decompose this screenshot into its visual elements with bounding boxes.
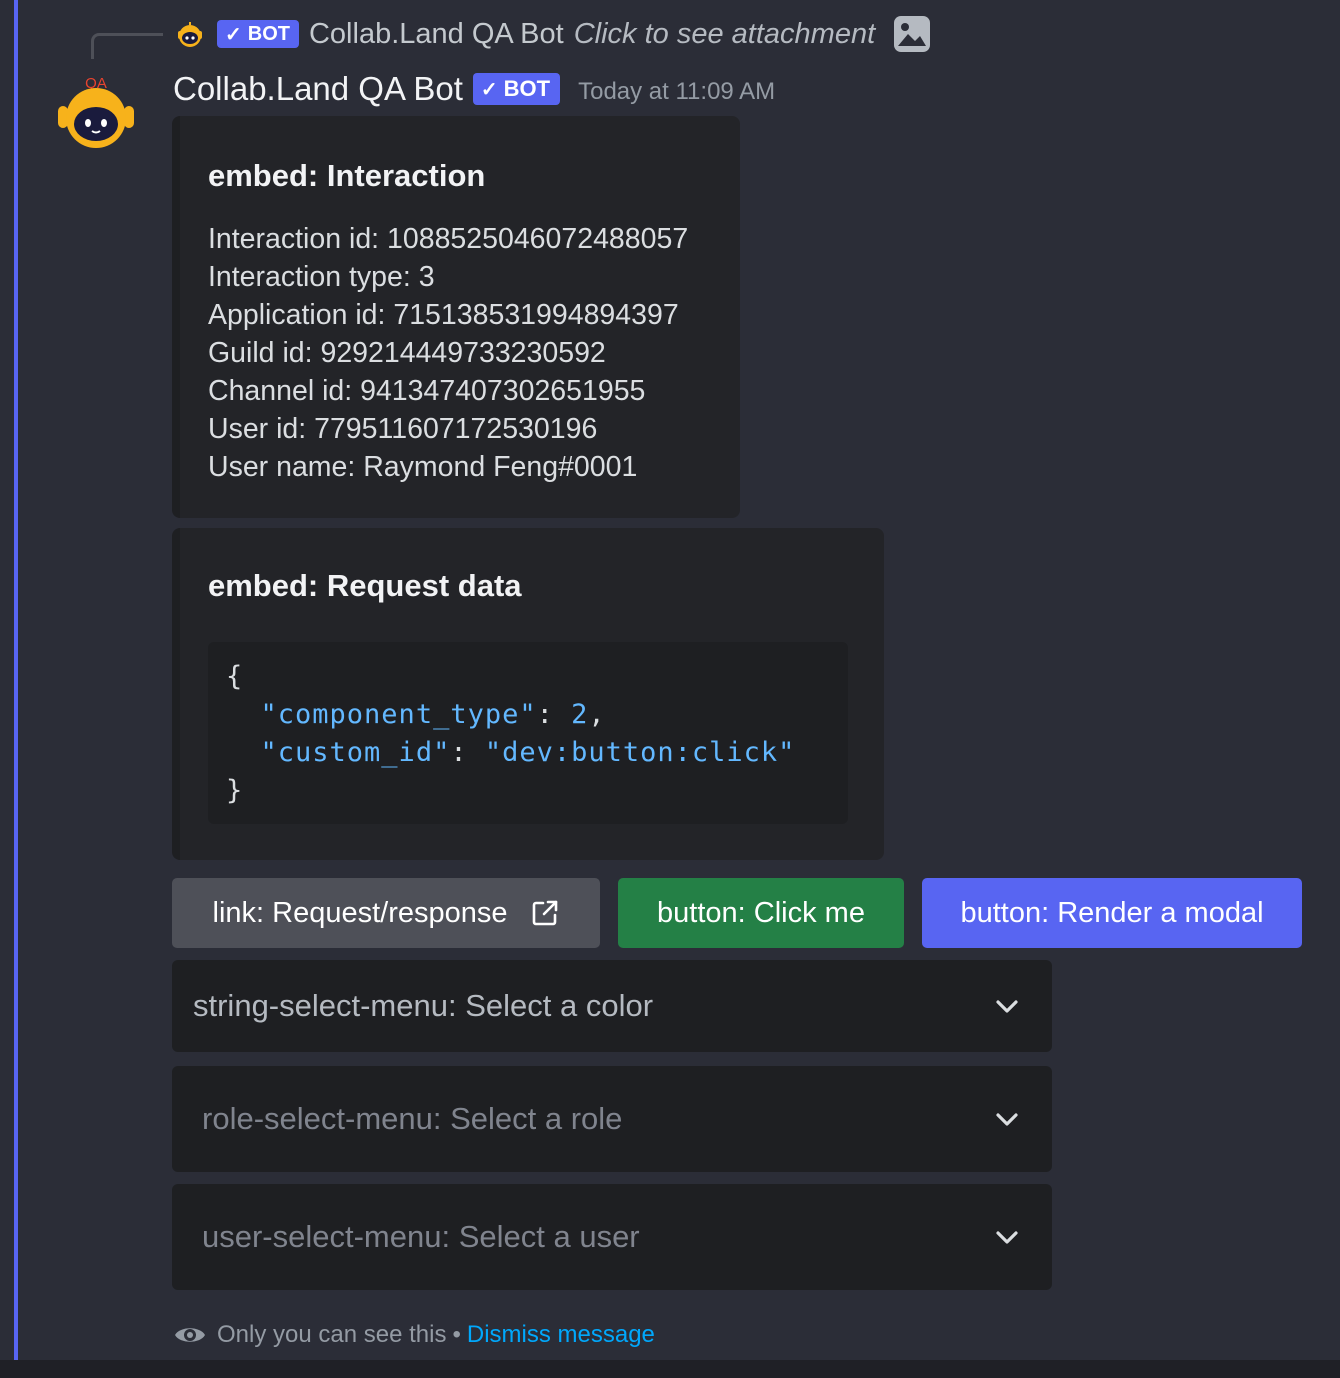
code-content: { "component_type": 2, "custom_id": "dev… — [226, 658, 795, 810]
only-you-text: Only you can see this — [217, 1321, 447, 1348]
render-modal-label: button: Render a modal — [960, 896, 1264, 929]
bot-badge: ✓ BOT — [217, 20, 299, 48]
embed-line-guild-id: Guild id: 929214449733230592 — [208, 337, 606, 369]
code-line-2: "custom_id": "dev:button:click" — [226, 734, 795, 772]
verified-check-icon: ✓ — [225, 23, 242, 46]
code-line-1: "component_type": 2, — [226, 696, 795, 734]
reply-content[interactable]: Click to see attachment — [574, 18, 875, 51]
embed-line-interaction-type: Interaction type: 3 — [208, 261, 435, 293]
code-value: 2 — [571, 699, 589, 730]
click-me-button[interactable]: button: Click me — [618, 878, 904, 948]
embed-description: Interaction id: 1088525046072488057 Inte… — [208, 220, 688, 486]
code-value: "dev:button:click" — [484, 737, 796, 768]
eye-icon — [175, 1328, 205, 1342]
render-modal-button[interactable]: button: Render a modal — [922, 878, 1302, 948]
embed-title: embed: Interaction — [208, 158, 486, 193]
image-icon — [894, 16, 931, 52]
request-response-link-button[interactable]: link: Request/response — [172, 878, 600, 948]
reply-author[interactable]: Collab.Land QA Bot — [309, 18, 564, 51]
external-link-icon — [532, 900, 557, 926]
message-header: Collab.Land QA Bot ✓ BOT Today at 11:09 … — [173, 66, 775, 112]
select-placeholder: string-select-menu: Select a color — [193, 988, 654, 1023]
string-select-menu[interactable]: string-select-menu: Select a color — [172, 960, 1052, 1052]
user-select-menu[interactable]: user-select-menu: Select a user — [172, 1184, 1052, 1290]
select-placeholder: user-select-menu: Select a user — [202, 1219, 640, 1254]
code-close-brace: } — [226, 775, 244, 806]
bot-badge-label: BOT — [247, 22, 290, 45]
dismiss-message-link[interactable]: Dismiss message — [467, 1321, 655, 1349]
bot-avatar[interactable]: QA — [56, 70, 136, 150]
code-key: "component_type" — [260, 699, 537, 730]
select-placeholder: role-select-menu: Select a role — [202, 1101, 623, 1136]
embed-line-channel-id: Channel id: 941347407302651955 — [208, 375, 646, 407]
embed-line-user-id: User id: 779511607172530196 — [208, 413, 598, 445]
chevron-down-icon — [996, 1000, 1018, 1013]
role-select-menu[interactable]: role-select-menu: Select a role — [172, 1066, 1052, 1172]
separator-dot: • — [452, 1321, 461, 1348]
embed-title: embed: Request data — [208, 568, 522, 603]
robot-avatar-icon — [178, 22, 202, 47]
chevron-down-icon — [996, 1113, 1018, 1126]
embed-line-interaction-id: Interaction id: 1088525046072488057 — [208, 223, 689, 255]
timestamp[interactable]: Today at 11:09 AM — [578, 78, 775, 106]
code-sep: : — [536, 699, 572, 730]
code-comma: , — [588, 699, 606, 730]
code-open-brace: { — [226, 661, 244, 692]
bottom-divider — [0, 1360, 1340, 1378]
code-block: { "component_type": 2, "custom_id": "dev… — [208, 642, 848, 824]
embed-line-user-name: User name: Raymond Feng#0001 — [208, 451, 638, 483]
code-key: "custom_id" — [260, 737, 451, 768]
embed-interaction: embed: Interaction Interaction id: 10885… — [172, 116, 740, 518]
verified-check-icon: ✓ — [480, 78, 498, 101]
embed-line-application-id: Application id: 715138531994894397 — [208, 299, 679, 331]
bot-badge: ✓ BOT — [472, 73, 561, 105]
bot-badge-label: BOT — [503, 76, 551, 101]
author-name[interactable]: Collab.Land QA Bot — [173, 70, 463, 108]
click-me-label: button: Click me — [657, 896, 865, 929]
chevron-down-icon — [996, 1231, 1018, 1244]
code-sep: : — [450, 737, 485, 768]
reply-preview[interactable]: ✓ BOT Collab.Land QA Bot Click to see at… — [175, 14, 931, 54]
link-button-label: link: Request/response — [212, 896, 508, 929]
reply-connector — [91, 33, 163, 59]
embed-request-data: embed: Request data { "component_type": … — [172, 528, 884, 860]
ephemeral-highlight-bar — [14, 0, 18, 1360]
ephemeral-notice: Only you can see this • Dismiss message — [173, 1316, 655, 1354]
